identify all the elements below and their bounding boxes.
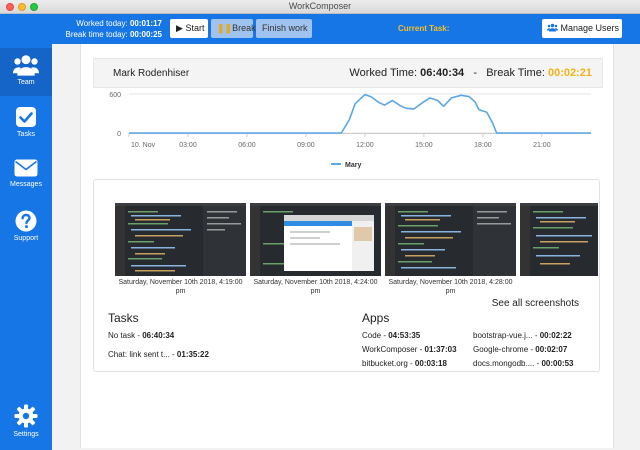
app-row: WorkComposer - 01:37:03 xyxy=(362,345,457,354)
start-button[interactable]: ▶ Start xyxy=(170,19,208,38)
main-content: Mark Rodenhiser Worked Time: 06:40:34 - … xyxy=(80,44,614,448)
pause-icon: ❚❚ xyxy=(217,23,233,33)
sidebar-item-label: Team xyxy=(17,79,35,86)
task-name: Chat: link sent t... xyxy=(108,350,170,359)
app-time: 04:53:35 xyxy=(388,331,421,340)
x-tick-label: 15:00 xyxy=(415,142,433,149)
finish-work-button[interactable]: Finish work xyxy=(256,19,312,38)
legend-label: Mary xyxy=(345,162,361,169)
break-today: Break time today: 00:00:25 xyxy=(50,29,162,40)
app-name: Code xyxy=(362,331,382,340)
app-name: docs.mongodb.... xyxy=(473,359,535,368)
worked-today-value: 00:01:17 xyxy=(129,19,162,28)
y-tick-label: 0 xyxy=(117,131,121,138)
sidebar-item-label: Tasks xyxy=(17,131,35,138)
sidebar: Team Tasks Messages Support Settings xyxy=(0,44,52,450)
task-row: Chat: link sent t... - 01:35:22 xyxy=(108,350,209,359)
x-tick-label: 18:00 xyxy=(474,142,492,149)
manage-users-button[interactable]: Manage Users xyxy=(542,19,622,38)
worked-today: Worked today: 00:01:17 xyxy=(50,18,162,29)
sidebar-item-tasks[interactable]: Tasks xyxy=(0,100,52,148)
x-tick-label: 21:00 xyxy=(533,142,551,149)
app-time: 00:02:07 xyxy=(535,345,568,354)
sidebar-item-support[interactable]: Support xyxy=(0,204,52,252)
break-button[interactable]: ❚❚Break xyxy=(211,19,256,38)
envelope-icon xyxy=(14,159,38,177)
tasks-title: Tasks xyxy=(108,311,139,325)
screenshot-thumbnail[interactable] xyxy=(115,203,246,276)
y-tick-label: 600 xyxy=(109,92,121,99)
app-time: 00:00:53 xyxy=(541,359,574,368)
x-tick-label: 12:00 xyxy=(356,142,374,149)
users-icon xyxy=(13,55,39,76)
sidebar-item-label: Settings xyxy=(13,431,39,438)
app-row: Code - 04:53:35 xyxy=(362,331,421,340)
worked-time-label: Worked Time: xyxy=(349,67,418,79)
separator: - xyxy=(473,67,478,79)
screenshot-caption: Saturday, November 10th 2018, 4:28:00 pm xyxy=(388,279,513,295)
task-name: No task xyxy=(108,331,136,340)
task-row: No task - 06:40:34 xyxy=(108,331,175,340)
see-all-screenshots-link[interactable]: See all screenshots xyxy=(492,298,579,309)
app-time: 01:37:03 xyxy=(424,345,457,354)
worked-time-value: 06:40:34 xyxy=(420,67,465,79)
break-time-label: Break Time: xyxy=(486,67,545,79)
app-window: WorkComposer Worked today: 00:01:17 Brea… xyxy=(0,0,640,450)
current-task-label: Current Task: xyxy=(398,24,450,33)
screenshot-caption: Saturday, November 10th 2018, 4:19:00 pm xyxy=(118,279,243,295)
title-bar: WorkComposer xyxy=(0,0,640,14)
app-row: Google-chrome - 00:02:07 xyxy=(473,345,568,354)
gear-icon xyxy=(14,404,38,428)
user-summary-header: Mark Rodenhiser Worked Time: 06:40:34 - … xyxy=(93,58,603,88)
app-name: Google-chrome xyxy=(473,345,529,354)
sidebar-item-settings[interactable]: Settings xyxy=(0,398,52,446)
screenshot-thumbnail[interactable] xyxy=(385,203,516,276)
x-tick-label: 10. Nov xyxy=(131,142,156,149)
worked-today-label: Worked today: xyxy=(76,19,128,28)
break-time-value: 00:02:21 xyxy=(547,67,592,79)
app-time: 00:02:22 xyxy=(539,331,572,340)
screenshot-thumbnail[interactable] xyxy=(520,203,598,276)
top-toolbar: Worked today: 00:01:17 Break time today:… xyxy=(0,14,640,44)
screenshot-thumbnail[interactable] xyxy=(250,203,381,276)
window-title: WorkComposer xyxy=(288,1,352,11)
checkbox-icon xyxy=(16,107,36,127)
x-tick-label: 03:00 xyxy=(179,142,197,149)
task-time: 01:35:22 xyxy=(176,350,209,359)
sidebar-item-messages[interactable]: Messages xyxy=(0,152,52,200)
app-row: docs.mongodb.... - 00:00:53 xyxy=(473,359,574,368)
x-tick-label: 06:00 xyxy=(238,142,256,149)
apps-title: Apps xyxy=(362,311,390,325)
app-name: bitbucket.org xyxy=(362,359,408,368)
user-times: Worked Time: 06:40:34 - Break Time: 00:0… xyxy=(349,67,592,79)
screenshots-card: Saturday, November 10th 2018, 4:19:00 pm… xyxy=(93,179,600,372)
app-row: bootstrap-vue.j... - 00:02:22 xyxy=(473,331,572,340)
screenshot-caption: Saturday, November 10th 2018, 4:24:00 pm xyxy=(253,279,378,295)
break-today-value: 00:00:25 xyxy=(129,30,162,39)
sidebar-item-label: Messages xyxy=(10,181,42,188)
users-icon xyxy=(547,23,558,32)
sidebar-item-team[interactable]: Team xyxy=(0,48,52,96)
manage-users-label: Manage Users xyxy=(560,23,620,33)
sidebar-item-label: Support xyxy=(13,235,39,242)
user-name: Mark Rodenhiser xyxy=(113,68,190,79)
question-icon xyxy=(15,210,37,232)
series-line xyxy=(129,93,591,134)
break-today-label: Break time today: xyxy=(65,30,128,39)
app-time: 00:03:18 xyxy=(414,359,447,368)
break-label: Break xyxy=(232,23,256,33)
app-row: bitbucket.org - 00:03:18 xyxy=(362,359,447,368)
start-label: Start xyxy=(185,23,205,33)
app-name: bootstrap-vue.j... xyxy=(473,331,533,340)
play-icon: ▶ xyxy=(176,23,183,33)
x-tick-label: 09:00 xyxy=(297,142,315,149)
today-timers: Worked today: 00:01:17 Break time today:… xyxy=(50,18,162,40)
app-name: WorkComposer xyxy=(362,345,418,354)
task-time: 06:40:34 xyxy=(142,331,175,340)
